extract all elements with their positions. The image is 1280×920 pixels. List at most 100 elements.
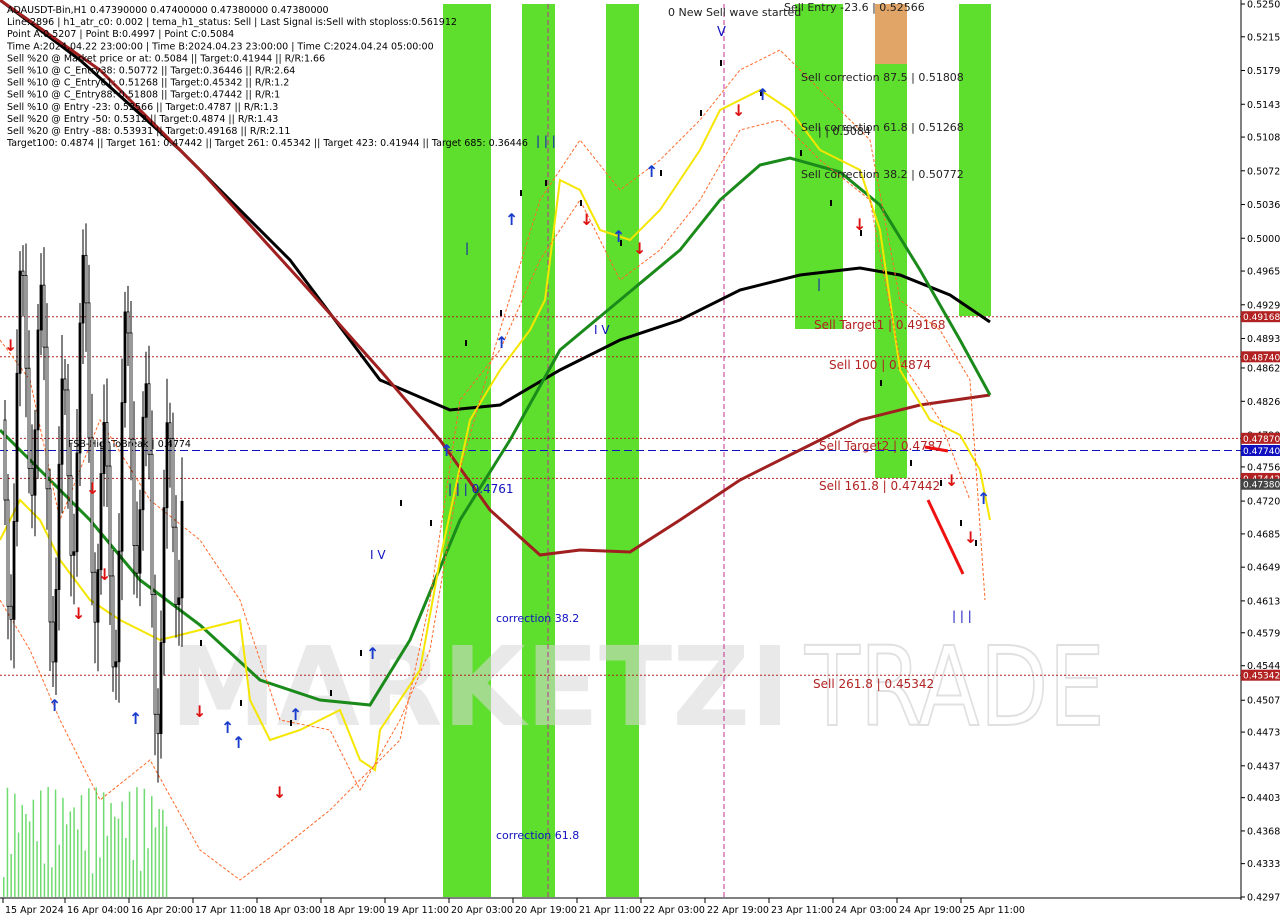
sell-arrow-icon: ↓ xyxy=(580,210,593,229)
level-price-tag-text: 0.47740 xyxy=(1243,447,1280,457)
y-tick-label: 0.46850 xyxy=(1247,529,1280,540)
candle-body xyxy=(126,311,130,334)
volume-bar xyxy=(77,829,79,897)
candle-body xyxy=(180,500,184,599)
candle-small xyxy=(960,520,962,526)
sell-arrow-icon: ↓ xyxy=(964,528,977,547)
candle-body xyxy=(87,302,91,439)
x-tick-label: 17 Apr 11:00 xyxy=(195,905,257,916)
volume-bar xyxy=(36,841,38,897)
candle-small xyxy=(240,700,242,706)
volume-bar xyxy=(117,818,120,897)
price-chart[interactable]: MARKETZI TRADE Sell Target1 | 0.49168 Sel… xyxy=(0,0,1280,920)
candle-small xyxy=(940,480,942,486)
info-line: ADAUSDT-Bin,H1 0.47390000 0.47400000 0.4… xyxy=(7,5,329,16)
info-line: Target100: 0.4874 || Target 161: 0.47442… xyxy=(6,138,528,149)
candle-body xyxy=(39,284,43,331)
annotation-correction-38: correction 38.2 xyxy=(496,612,579,625)
annotation-correction-61: correction 61.8 xyxy=(496,829,579,842)
y-tick-label: 0.51435 xyxy=(1247,100,1280,111)
volume-bar xyxy=(165,826,168,897)
volume-bar xyxy=(62,797,64,897)
volume-bar xyxy=(91,873,94,897)
candle-body xyxy=(72,551,76,556)
volume-bar xyxy=(73,807,75,897)
candle-body xyxy=(45,346,49,490)
candle-body xyxy=(156,713,160,735)
buy-arrow-icon: ↑ xyxy=(366,644,379,663)
volume-bar xyxy=(40,790,42,897)
candle-body xyxy=(18,270,22,374)
candle-body xyxy=(30,468,34,496)
candle-body xyxy=(21,270,25,276)
volume-bar xyxy=(136,787,138,897)
volume-bar xyxy=(3,877,5,897)
candle-body xyxy=(33,429,37,496)
wave-marker-icon: V xyxy=(717,25,726,40)
volume-bar xyxy=(132,859,134,897)
candle-body xyxy=(48,488,52,623)
volume-bar xyxy=(43,863,46,897)
candle-body xyxy=(57,463,61,590)
candle-body xyxy=(27,367,31,469)
current-price-tag: 0.47380 xyxy=(1241,478,1280,491)
buy-arrow-icon: ↑ xyxy=(756,85,769,104)
candle-body xyxy=(99,473,103,571)
volume-bar xyxy=(99,857,101,897)
info-line: Sell %10 @ C_Entry61: 0.51268 || Target:… xyxy=(7,78,289,89)
sell-arrow-icon: ↓ xyxy=(86,479,99,498)
annotation-wave-iv-left: I V xyxy=(370,548,386,562)
sell-arrow-icon: ↓ xyxy=(193,702,206,721)
info-line: Point A:0.5207 | Point B:0.4997 | Point … xyxy=(7,29,234,40)
x-tick-label: 16 Apr 20:00 xyxy=(131,905,193,916)
chart-container: MARKETZI TRADE Sell Target1 | 0.49168 Sel… xyxy=(0,0,1280,920)
volume-bar xyxy=(54,789,57,897)
buy-arrow-icon: ↑ xyxy=(232,733,245,752)
candle-small xyxy=(360,650,362,656)
zone-6 xyxy=(959,4,991,316)
y-tick-label: 0.49655 xyxy=(1247,267,1280,278)
x-tick-label: 25 Apr 11:00 xyxy=(963,905,1025,916)
x-tick-label: 20 Apr 19:00 xyxy=(515,905,577,916)
level-price-tag: 0.47870 xyxy=(1241,432,1280,445)
current-price-tag-text: 0.47380 xyxy=(1243,481,1280,491)
candle-body xyxy=(90,437,94,573)
volume-bar xyxy=(17,832,20,897)
volume-bar xyxy=(128,791,131,897)
candle-body xyxy=(150,453,154,596)
candle-body xyxy=(6,499,10,607)
x-tick-label: 21 Apr 11:00 xyxy=(579,905,641,916)
y-tick-label: 0.44375 xyxy=(1247,761,1280,772)
zone-3 xyxy=(606,4,639,897)
annotation-point-c: | | 0.5084 xyxy=(818,125,871,138)
candle-body xyxy=(165,422,169,509)
volume-bar xyxy=(162,809,164,897)
volume-bar xyxy=(21,805,23,897)
candle-small xyxy=(830,200,832,206)
candle-body xyxy=(174,526,178,606)
buy-arrow-icon: ↑ xyxy=(977,489,990,508)
x-tick-label: 23 Apr 11:00 xyxy=(771,905,833,916)
watermark: MARKETZI TRADE xyxy=(170,622,1106,752)
volume-bar xyxy=(154,827,157,897)
annotation-wave-start: 0 New Sell wave started xyxy=(668,6,801,19)
sell-arrow-icon: ↓ xyxy=(853,215,866,234)
candle-small xyxy=(880,380,882,386)
candle-body xyxy=(42,284,46,348)
x-tick-label: 24 Apr 03:00 xyxy=(835,905,897,916)
y-tick-label: 0.50005 xyxy=(1247,234,1280,245)
volume-bar xyxy=(69,811,72,897)
annotation-wave-i: | xyxy=(465,241,469,255)
candle-body xyxy=(75,452,79,553)
volume-bar xyxy=(114,816,116,897)
candle-small xyxy=(200,640,202,646)
sell-arrow-icon: ↓ xyxy=(732,101,745,120)
candle-body xyxy=(105,422,109,467)
candle-body xyxy=(111,575,115,668)
volume-bar xyxy=(80,795,83,897)
annotation-wave-i-right: | xyxy=(817,277,821,291)
buy-arrow-icon: ↑ xyxy=(505,210,518,229)
level-price-tag: 0.47740 xyxy=(1241,445,1280,457)
candle-small xyxy=(330,690,332,696)
volume-bar xyxy=(110,802,112,897)
